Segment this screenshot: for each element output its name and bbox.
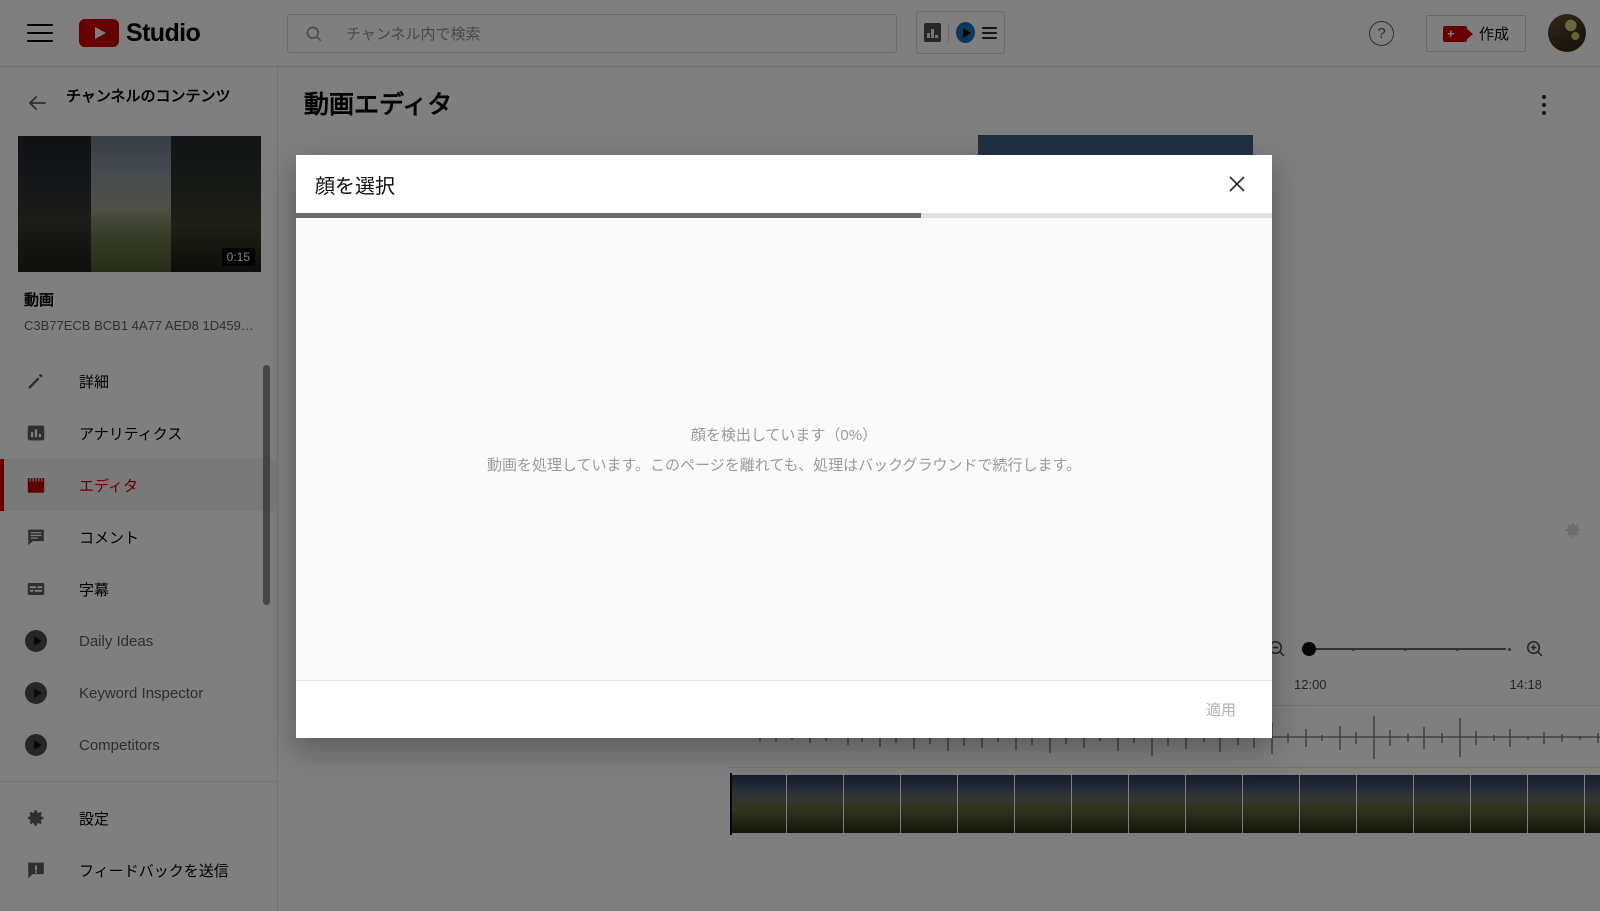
dialog-header: 顔を選択 (296, 155, 1272, 213)
dialog-title: 顔を選択 (315, 175, 395, 198)
apply-button[interactable]: 適用 (1196, 691, 1246, 728)
dialog-footer: 適用 (296, 680, 1272, 738)
select-face-dialog: 顔を選択 顔を検出しています（0%） 動画を処理しています。このページを離れても… (296, 155, 1272, 738)
detection-hint-text: 動画を処理しています。このページを離れても、処理はバックグラウンドで続行します。 (486, 456, 1081, 474)
dialog-body: 顔を検出しています（0%） 動画を処理しています。このページを離れても、処理はバ… (296, 218, 1272, 680)
detection-status-text: 顔を検出しています（0%） (690, 426, 878, 444)
youtube-studio-window: Studio チャンネル内で検索 ? + 作成 (0, 0, 1600, 911)
close-icon[interactable] (1222, 169, 1252, 199)
